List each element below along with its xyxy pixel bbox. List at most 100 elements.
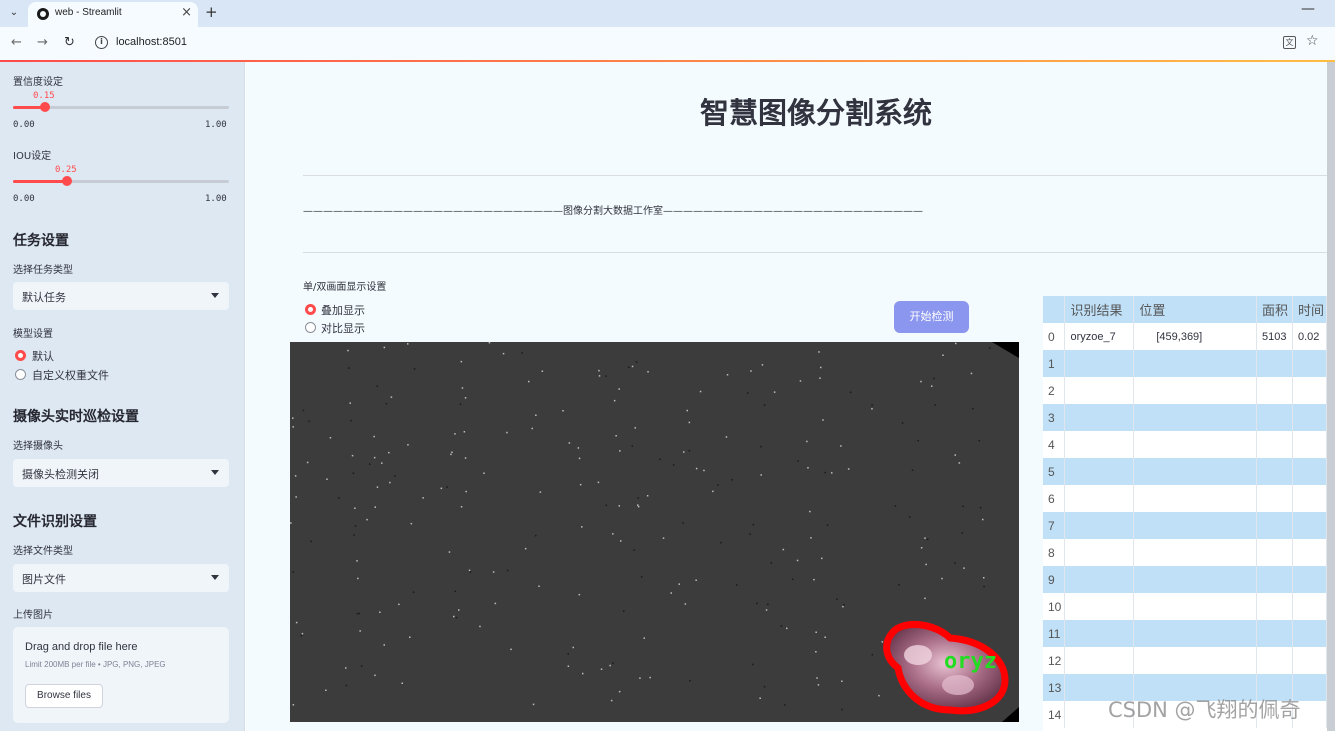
table-row[interactable]: 12 [1043,647,1327,674]
table-cell [1292,539,1327,566]
speckle [597,481,600,484]
table-cell [1292,485,1327,512]
translate-icon[interactable]: 文 [1283,36,1296,49]
table-cell [1292,512,1327,539]
speckle [780,625,783,627]
speckle [494,602,497,605]
speckle [816,677,818,679]
speckle [450,453,452,456]
table-row[interactable]: 8 [1043,539,1327,566]
confidence-slider-thumb[interactable] [40,102,50,112]
chevron-down-icon [211,293,219,298]
speckle [385,402,388,405]
speckle [824,636,826,638]
table-cell [1133,350,1258,377]
speckle [633,549,635,551]
table-cell [1064,404,1135,431]
table-row[interactable]: 2 [1043,377,1327,404]
start-detection-button[interactable]: 开始检测 [894,301,969,333]
speckle [308,420,310,423]
table-row[interactable]: 1 [1043,350,1327,377]
table-row[interactable]: 0 oryzoe_7 [459,369] 5103 0.02 [1043,323,1327,350]
url-field[interactable]: i localhost:8501 [89,31,1269,55]
new-tab-plus-icon[interactable]: + [205,3,218,21]
speckle [970,372,973,375]
speckle [637,504,639,506]
speckle [962,505,964,508]
browser-tab[interactable]: web - Streamlit × [28,2,198,27]
table-cell [1133,647,1258,674]
url-text[interactable]: localhost:8501 [116,36,187,48]
table-row[interactable]: 11 [1043,620,1327,647]
speckle [532,703,535,706]
overlay-display-radio[interactable] [305,304,316,315]
table-row[interactable]: 10 [1043,593,1327,620]
bookmark-star-icon[interactable]: ☆ [1306,33,1319,49]
speckle [407,343,409,345]
minimize-icon[interactable]: — [1301,1,1315,17]
segmented-image-canvas: oryz [290,342,1019,722]
table-row[interactable]: 3 [1043,404,1327,431]
speckle [368,463,371,465]
column-header-area[interactable]: 面积 [1256,296,1293,323]
detection-class-label: oryz [944,649,997,674]
row-index: 2 [1043,377,1066,404]
close-icon[interactable]: × [181,5,192,20]
confidence-slider[interactable] [13,102,229,112]
speckle [620,540,622,542]
model-custom-label[interactable]: 自定义权重文件 [32,367,109,383]
speckle [898,584,900,586]
speckle [538,585,540,587]
speckle [924,597,926,600]
row-index: 9 [1043,566,1066,593]
site-info-icon[interactable]: i [95,36,108,49]
column-header-position[interactable]: 位置 [1133,296,1258,323]
table-cell [1256,377,1293,404]
speckle [688,421,691,424]
table-row[interactable]: 4 [1043,431,1327,458]
speckle [735,584,738,586]
results-table[interactable]: 识别结果 位置 面积 时间 0 oryzoe_7 [459,369] 5103 0.02… [1043,296,1327,731]
model-custom-radio[interactable] [15,369,26,380]
speckle [376,385,378,387]
compare-display-label[interactable]: 对比显示 [321,320,365,336]
forward-arrow-icon[interactable]: → [37,35,48,50]
reload-icon[interactable]: ↻ [64,35,75,50]
table-row[interactable]: 7 [1043,512,1327,539]
divider [303,252,1327,253]
file-type-select[interactable]: 图片文件 [13,564,229,592]
speckle [578,457,581,460]
model-default-label[interactable]: 默认 [32,348,54,364]
browse-files-button[interactable]: Browse files [25,684,103,708]
table-cell [1064,566,1135,593]
table-row[interactable]: 6 [1043,485,1327,512]
back-arrow-icon[interactable]: ← [11,35,22,50]
iou-slider-thumb[interactable] [62,176,72,186]
speckle [699,390,702,393]
iou-slider[interactable] [13,176,229,186]
overlay-display-label[interactable]: 叠加显示 [321,302,365,318]
speckle [615,435,617,437]
speckle [809,510,811,513]
compare-display-radio[interactable] [305,322,316,333]
table-row[interactable]: 9 [1043,566,1327,593]
tab-list-chevron-icon[interactable]: ⌄ [5,4,23,22]
file-dropzone[interactable]: Drag and drop file here Limit 200MB per … [13,627,229,723]
camera-select[interactable]: 摄像头检测关闭 [13,459,229,487]
table-cell: 0.02 [1292,323,1327,350]
speckle [826,524,829,526]
speckle [357,577,359,580]
speckle [818,351,820,353]
speckle [407,444,409,446]
table-row[interactable]: 5 [1043,458,1327,485]
speckle [717,484,719,486]
speckle [637,497,639,499]
column-header-result[interactable]: 识别结果 [1064,296,1135,323]
speckle [524,547,527,550]
column-header-time[interactable]: 时间 [1292,296,1327,323]
model-default-radio[interactable] [15,350,26,361]
speckle [356,613,359,615]
speckle [458,609,460,611]
task-type-select[interactable]: 默认任务 [13,282,229,310]
speckle [469,571,472,573]
